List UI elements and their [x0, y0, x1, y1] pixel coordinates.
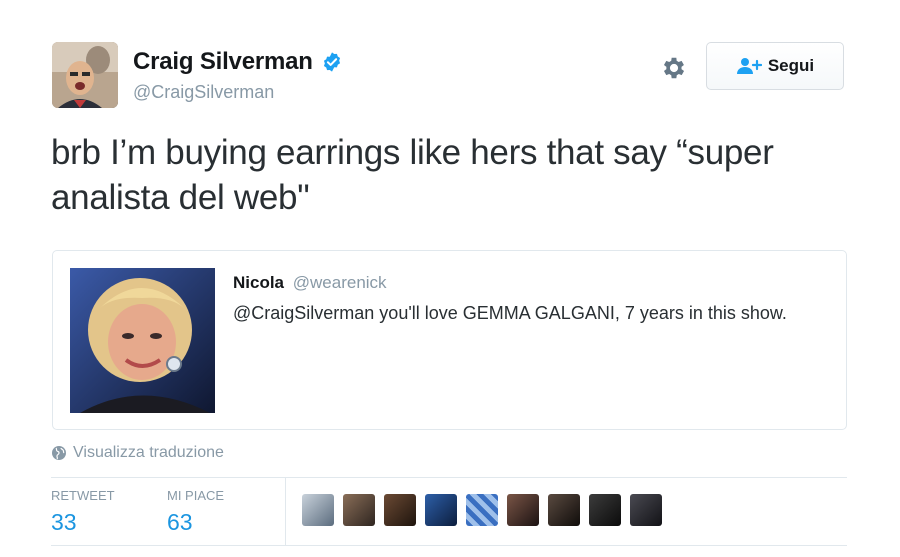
quoted-author-name: Nicola	[233, 273, 285, 292]
liker-avatar[interactable]	[466, 494, 498, 526]
quoted-tweet-text: @CraigSilverman you'll love GEMMA GALGAN…	[233, 303, 787, 323]
gear-icon[interactable]	[660, 54, 688, 82]
quoted-tweet[interactable]: Nicola @wearenick @CraigSilverman you'll…	[52, 250, 847, 430]
like-label: MI PIACE	[167, 488, 225, 503]
liker-avatar[interactable]	[302, 494, 334, 526]
liker-avatar[interactable]	[507, 494, 539, 526]
stats-divider-bottom	[51, 545, 847, 546]
liker-avatar[interactable]	[630, 494, 662, 526]
like-count: 63	[167, 509, 193, 535]
stats-divider-vertical	[285, 478, 286, 545]
follow-label: Segui	[767, 56, 815, 75]
liker-avatar[interactable]	[343, 494, 375, 526]
tweet-text: brb I’m buying earrings like hers that s…	[51, 133, 774, 217]
author-info: Craig Silverman @CraigSilverman	[133, 48, 343, 103]
author-name[interactable]: Craig Silverman	[133, 48, 313, 76]
quoted-photo	[70, 268, 215, 413]
liker-avatar[interactable]	[425, 494, 457, 526]
author-handle[interactable]: @CraigSilverman	[133, 82, 343, 103]
globe-icon	[52, 446, 66, 460]
liker-avatars	[302, 494, 662, 526]
tweet-card: Craig Silverman @CraigSilverman Segui br…	[0, 0, 900, 557]
translate-label: Visualizza traduzione	[73, 444, 224, 461]
quoted-author: Nicola @wearenick	[233, 273, 387, 293]
quoted-author-handle: @wearenick	[292, 273, 387, 292]
retweet-count: 33	[51, 509, 77, 535]
like-stat[interactable]: MI PIACE 63	[167, 488, 224, 536]
person-add-icon	[736, 58, 762, 74]
verified-badge-icon	[324, 52, 341, 72]
avatar-image	[52, 42, 118, 108]
liker-avatar[interactable]	[548, 494, 580, 526]
retweet-label: RETWEET	[51, 488, 115, 503]
retweet-stat[interactable]: RETWEET 33	[51, 488, 115, 536]
quoted-tweet-image	[70, 268, 215, 413]
liker-avatar[interactable]	[384, 494, 416, 526]
translate-link[interactable]: Visualizza traduzione	[51, 444, 224, 462]
liker-avatar[interactable]	[589, 494, 621, 526]
stats-divider-top	[51, 477, 847, 478]
follow-button[interactable]: Segui	[706, 42, 844, 90]
author-avatar[interactable]	[52, 42, 118, 108]
